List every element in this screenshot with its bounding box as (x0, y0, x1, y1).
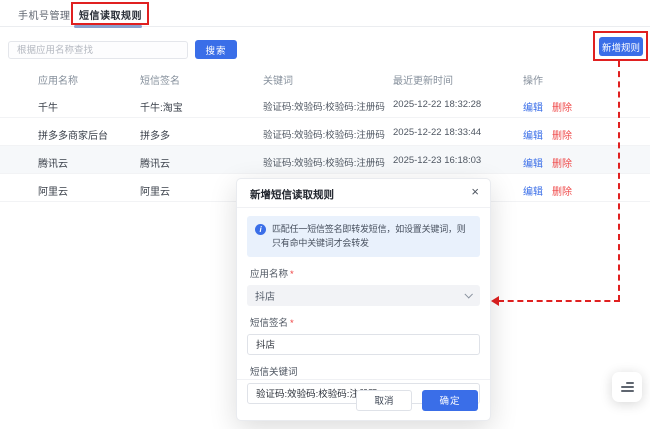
cell-keywords: 验证码:效验码:校验码:注册码 (263, 99, 385, 113)
search-input[interactable] (8, 41, 188, 59)
edit-link[interactable]: 编辑 (523, 187, 543, 198)
active-tab-underline (74, 25, 142, 28)
floating-menu-button[interactable] (612, 372, 642, 402)
sms-sign-label: 短信签名* (250, 315, 480, 329)
sms-keywords-label: 短信关键词 (250, 364, 480, 378)
modal-title: 新增短信读取规则 (250, 187, 334, 202)
modal-footer: 取消 确定 (237, 379, 490, 420)
add-rule-button[interactable]: 新增规则 (599, 37, 643, 56)
tab-phone-management[interactable]: 手机号管理 (18, 7, 71, 22)
cell-keywords: 验证码:效验码:校验码:注册码 (263, 127, 385, 141)
delete-link[interactable]: 删除 (552, 103, 572, 114)
table-row: 腾讯云 腾讯云 验证码:效验码:校验码:注册码 2025-12-23 16:18… (0, 146, 650, 174)
add-sms-rule-modal: 新增短信读取规则 × i 匹配任一短信签名即转发短信，如设置关键词，则只有命中关… (236, 178, 491, 421)
edit-link[interactable]: 编辑 (523, 103, 543, 114)
cancel-button[interactable]: 取消 (356, 390, 412, 411)
table-row: 千牛 千牛:淘宝 验证码:效验码:校验码:注册码 2025-12-22 18:3… (0, 90, 650, 118)
sms-sign-input[interactable] (247, 334, 480, 355)
cell-updated: 2025-12-22 18:33:44 (393, 127, 481, 138)
menu-icon (626, 382, 634, 384)
cell-keywords: 验证码:效验码:校验码:注册码 (263, 155, 385, 169)
cell-sms-sign: 阿里云 (140, 183, 170, 198)
cell-updated: 2025-12-23 16:18:03 (393, 155, 481, 166)
cell-sms-sign: 千牛:淘宝 (140, 99, 183, 114)
info-alert-text: 匹配任一短信签名即转发短信，如设置关键词，则只有命中关键词才会转发 (272, 224, 466, 248)
modal-header: 新增短信读取规则 × (237, 179, 490, 208)
table-row: 拼多多商家后台 拼多多 验证码:效验码:校验码:注册码 2025-12-22 1… (0, 118, 650, 146)
tab-sms-read-rules[interactable]: 短信读取规则 (79, 7, 142, 22)
cell-updated: 2025-12-22 18:32:28 (393, 99, 481, 110)
confirm-button[interactable]: 确定 (422, 390, 478, 411)
cell-app-name: 腾讯云 (38, 155, 68, 170)
table-header: 应用名称 短信签名 关键词 最近更新时间 操作 (0, 68, 650, 90)
delete-link[interactable]: 删除 (552, 131, 572, 142)
column-header-sms-sign: 短信签名 (140, 72, 180, 87)
column-header-app-name: 应用名称 (38, 72, 78, 87)
chevron-down-icon (464, 290, 472, 298)
edit-link[interactable]: 编辑 (523, 159, 543, 170)
search-button[interactable]: 搜索 (195, 40, 237, 59)
column-header-updated: 最近更新时间 (393, 72, 453, 87)
close-icon[interactable]: × (471, 185, 479, 198)
info-alert: i 匹配任一短信签名即转发短信，如设置关键词，则只有命中关键词才会转发 (247, 216, 480, 257)
tab-bar: 手机号管理 短信读取规则 (0, 0, 650, 27)
info-icon: i (255, 224, 266, 235)
app-name-select-value: 抖店 (255, 288, 275, 303)
column-header-actions: 操作 (523, 72, 543, 87)
delete-link[interactable]: 删除 (552, 159, 572, 170)
cell-app-name: 千牛 (38, 99, 58, 114)
app-name-label: 应用名称* (250, 266, 480, 280)
cell-sms-sign: 拼多多 (140, 127, 170, 142)
cell-app-name: 拼多多商家后台 (38, 127, 108, 142)
annotation-dashed-line-horizontal (498, 300, 620, 302)
column-header-keywords: 关键词 (263, 72, 293, 87)
edit-link[interactable]: 编辑 (523, 131, 543, 142)
app-name-select[interactable]: 抖店 (247, 285, 480, 306)
modal-body: i 匹配任一短信签名即转发短信，如设置关键词，则只有命中关键词才会转发 应用名称… (237, 208, 490, 404)
delete-link[interactable]: 删除 (552, 187, 572, 198)
required-mark: * (290, 318, 294, 329)
annotation-arrowhead-icon (491, 296, 499, 306)
cell-app-name: 阿里云 (38, 183, 68, 198)
required-mark: * (290, 269, 294, 280)
cell-sms-sign: 腾讯云 (140, 155, 170, 170)
